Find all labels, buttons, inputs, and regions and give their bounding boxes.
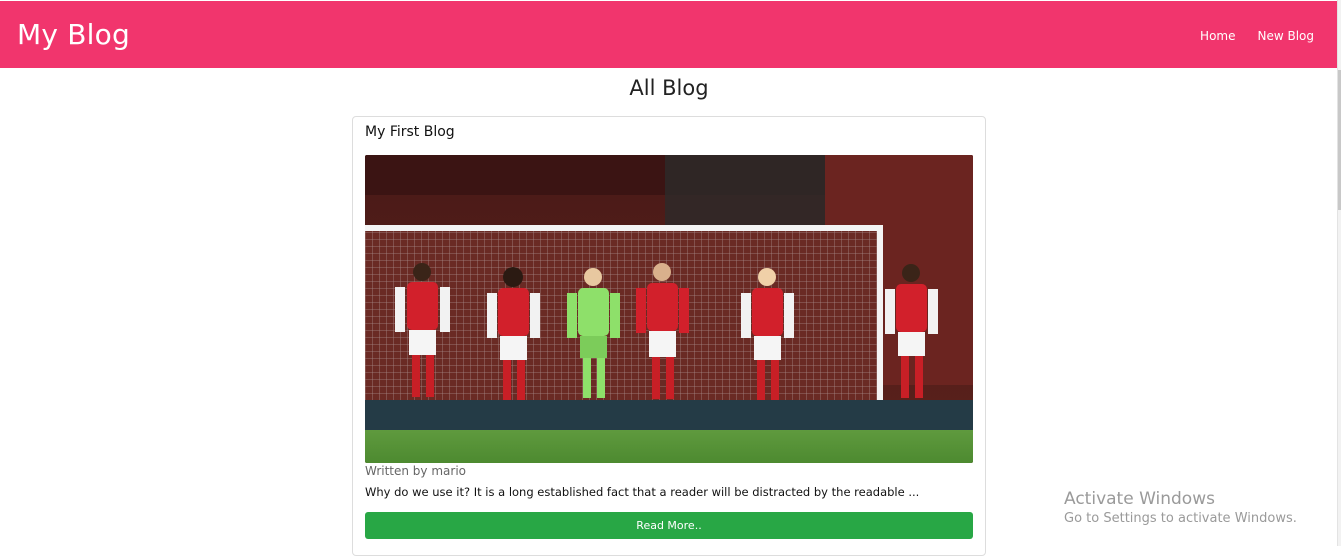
site-brand[interactable]: My Blog	[17, 18, 130, 51]
nav-link-home[interactable]: Home	[1200, 29, 1235, 43]
read-more-button[interactable]: Read More..	[365, 512, 973, 539]
activate-windows-watermark: Activate Windows Go to Settings to activ…	[1064, 489, 1297, 526]
nav-links: Home New Blog	[1200, 29, 1314, 43]
navbar: My Blog Home New Blog	[0, 1, 1338, 68]
blog-card: My First Blog Written by mario Why do we…	[352, 116, 986, 556]
blog-author: Written by mario	[365, 464, 466, 478]
nav-link-new-blog[interactable]: New Blog	[1257, 29, 1314, 43]
page-title: All Blog	[629, 76, 709, 100]
blog-title[interactable]: My First Blog	[365, 124, 455, 140]
blog-snippet: Why do we use it? It is a long establish…	[365, 485, 920, 499]
watermark-subtitle: Go to Settings to activate Windows.	[1064, 511, 1297, 526]
blog-image	[365, 155, 973, 463]
watermark-title: Activate Windows	[1064, 489, 1215, 509]
